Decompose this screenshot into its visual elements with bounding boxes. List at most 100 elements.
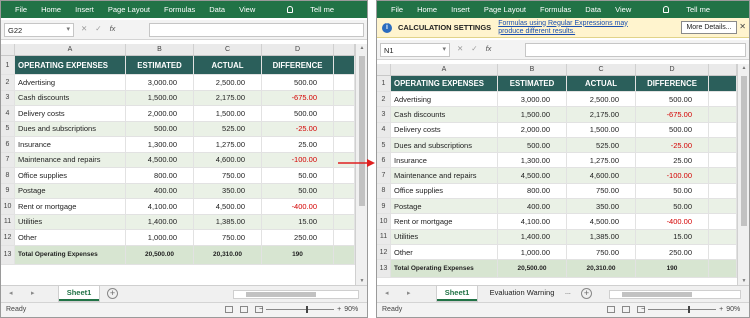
scroll-up-icon[interactable]: ▲ (356, 45, 367, 51)
estimated-cell[interactable]: 4,500.00 (498, 168, 567, 183)
select-all-corner[interactable] (377, 64, 391, 75)
zoom-slider[interactable] (266, 306, 335, 313)
row-number[interactable]: 8 (1, 168, 15, 183)
difference-cell[interactable]: 250.00 (262, 230, 334, 245)
total-label-cell[interactable]: Total Operating Expenses (391, 260, 498, 278)
column-header-a[interactable]: A (15, 44, 126, 55)
ribbon-tab-insert[interactable]: Insert (75, 5, 94, 14)
estimated-cell[interactable]: 4,100.00 (126, 199, 194, 214)
actual-cell[interactable]: 4,600.00 (194, 152, 262, 167)
expense-label-cell[interactable]: Insurance (391, 153, 498, 168)
actual-cell[interactable]: 750.00 (194, 168, 262, 183)
difference-cell[interactable]: -400.00 (262, 199, 334, 214)
enter-icon[interactable]: ✓ (95, 24, 101, 33)
total-estimated-cell[interactable]: 20,500.00 (498, 260, 567, 278)
ribbon-tab-page-layout[interactable]: Page Layout (108, 5, 150, 14)
estimated-cell[interactable]: 4,100.00 (498, 214, 567, 229)
actual-cell[interactable]: 525.00 (194, 121, 262, 136)
column-header-a[interactable]: A (391, 64, 498, 75)
row-number[interactable]: 13 (377, 260, 391, 278)
difference-cell[interactable]: -25.00 (636, 137, 709, 153)
row-number[interactable]: 5 (377, 137, 391, 153)
expense-label-cell[interactable]: Advertising (391, 92, 498, 107)
scroll-down-icon[interactable]: ▼ (738, 278, 749, 284)
row-number[interactable]: 2 (377, 92, 391, 107)
row-number[interactable]: 6 (1, 137, 15, 152)
difference-cell[interactable]: 15.00 (636, 229, 709, 244)
actual-cell[interactable]: 525.00 (567, 137, 636, 153)
ribbon-tab-home[interactable]: Home (417, 5, 437, 14)
expense-label-cell[interactable]: Delivery costs (15, 106, 126, 121)
formula-input[interactable] (149, 23, 364, 37)
cancel-icon[interactable]: ✕ (457, 44, 463, 53)
total-estimated-cell[interactable]: 20,500.00 (126, 245, 194, 264)
difference-cell[interactable]: -100.00 (636, 168, 709, 183)
difference-cell[interactable]: 500.00 (636, 122, 709, 137)
total-difference-cell[interactable]: 190 (636, 260, 709, 278)
header-cell-actual[interactable]: ACTUAL (194, 56, 262, 74)
expense-label-cell[interactable]: Insurance (15, 137, 126, 152)
row-number[interactable]: 4 (377, 122, 391, 137)
row-number[interactable]: 9 (1, 183, 15, 198)
total-label-cell[interactable]: Total Operating Expenses (15, 245, 126, 264)
zoom-out-icon[interactable]: − (641, 306, 645, 313)
estimated-cell[interactable]: 500.00 (498, 137, 567, 153)
column-header-c[interactable]: C (194, 44, 262, 55)
ribbon-tab-file[interactable]: File (391, 5, 403, 14)
expense-label-cell[interactable]: Postage (391, 199, 498, 214)
ribbon-tab-formulas[interactable]: Formulas (540, 5, 571, 14)
difference-cell[interactable]: -100.00 (262, 152, 334, 167)
vertical-scrollbar[interactable]: ▲ ▼ (737, 64, 749, 285)
expense-label-cell[interactable]: Cash discounts (391, 107, 498, 122)
page-layout-view-icon[interactable] (622, 306, 630, 313)
sheet-tab-evaluation-warning[interactable]: Evaluation Warning (481, 286, 563, 301)
more-sheets-icon[interactable]: ... (565, 289, 571, 296)
actual-cell[interactable]: 750.00 (567, 244, 636, 260)
estimated-cell[interactable]: 2,000.00 (126, 106, 194, 121)
estimated-cell[interactable]: 800.00 (498, 183, 567, 199)
scroll-down-icon[interactable]: ▼ (356, 278, 367, 284)
enter-icon[interactable]: ✓ (471, 44, 477, 53)
zoom-out-icon[interactable]: − (259, 306, 263, 313)
expense-label-cell[interactable]: Rent or mortgage (391, 214, 498, 229)
zoom-slider[interactable] (648, 306, 717, 313)
total-difference-cell[interactable]: 190 (262, 245, 334, 264)
actual-cell[interactable]: 350.00 (194, 183, 262, 198)
more-details-button[interactable]: More Details... (681, 21, 737, 34)
difference-cell[interactable]: 50.00 (636, 183, 709, 199)
ribbon-tab-view[interactable]: View (615, 5, 631, 14)
row-number[interactable]: 1 (377, 76, 391, 91)
row-number[interactable]: 4 (1, 106, 15, 121)
row-number[interactable]: 2 (1, 75, 15, 90)
actual-cell[interactable]: 1,275.00 (194, 137, 262, 152)
cancel-icon[interactable]: ✕ (81, 24, 87, 33)
header-cell-estimated[interactable]: ESTIMATED (126, 56, 194, 74)
expense-label-cell[interactable]: Rent or mortgage (15, 199, 126, 214)
actual-cell[interactable]: 2,500.00 (567, 92, 636, 107)
expense-label-cell[interactable]: Delivery costs (391, 122, 498, 137)
column-header-d[interactable]: D (262, 44, 334, 55)
ribbon-tab-data[interactable]: Data (209, 5, 225, 14)
header-cell-actual[interactable]: ACTUAL (567, 76, 636, 91)
row-number[interactable]: 13 (1, 245, 15, 264)
expense-label-cell[interactable]: Maintenance and repairs (15, 152, 126, 167)
total-actual-cell[interactable]: 20,310.00 (194, 245, 262, 264)
normal-view-icon[interactable] (607, 306, 615, 313)
expense-label-cell[interactable]: Utilities (391, 229, 498, 244)
difference-cell[interactable]: 15.00 (262, 214, 334, 229)
difference-cell[interactable]: 500.00 (262, 75, 334, 90)
estimated-cell[interactable]: 400.00 (498, 199, 567, 214)
actual-cell[interactable]: 750.00 (194, 230, 262, 245)
header-cell-estimated[interactable]: ESTIMATED (498, 76, 567, 91)
actual-cell[interactable]: 1,500.00 (567, 122, 636, 137)
expense-label-cell[interactable]: Other (391, 244, 498, 260)
estimated-cell[interactable]: 4,500.00 (126, 152, 194, 167)
formula-input[interactable] (525, 43, 746, 57)
row-number[interactable]: 1 (1, 56, 15, 74)
expense-label-cell[interactable]: Advertising (15, 75, 126, 90)
tell-me-search[interactable]: Tell me (273, 5, 334, 14)
row-number[interactable]: 10 (377, 214, 391, 229)
ribbon-tab-insert[interactable]: Insert (451, 5, 470, 14)
sheet-prev-icon[interactable]: ◂ (385, 289, 389, 297)
total-actual-cell[interactable]: 20,310.00 (567, 260, 636, 278)
